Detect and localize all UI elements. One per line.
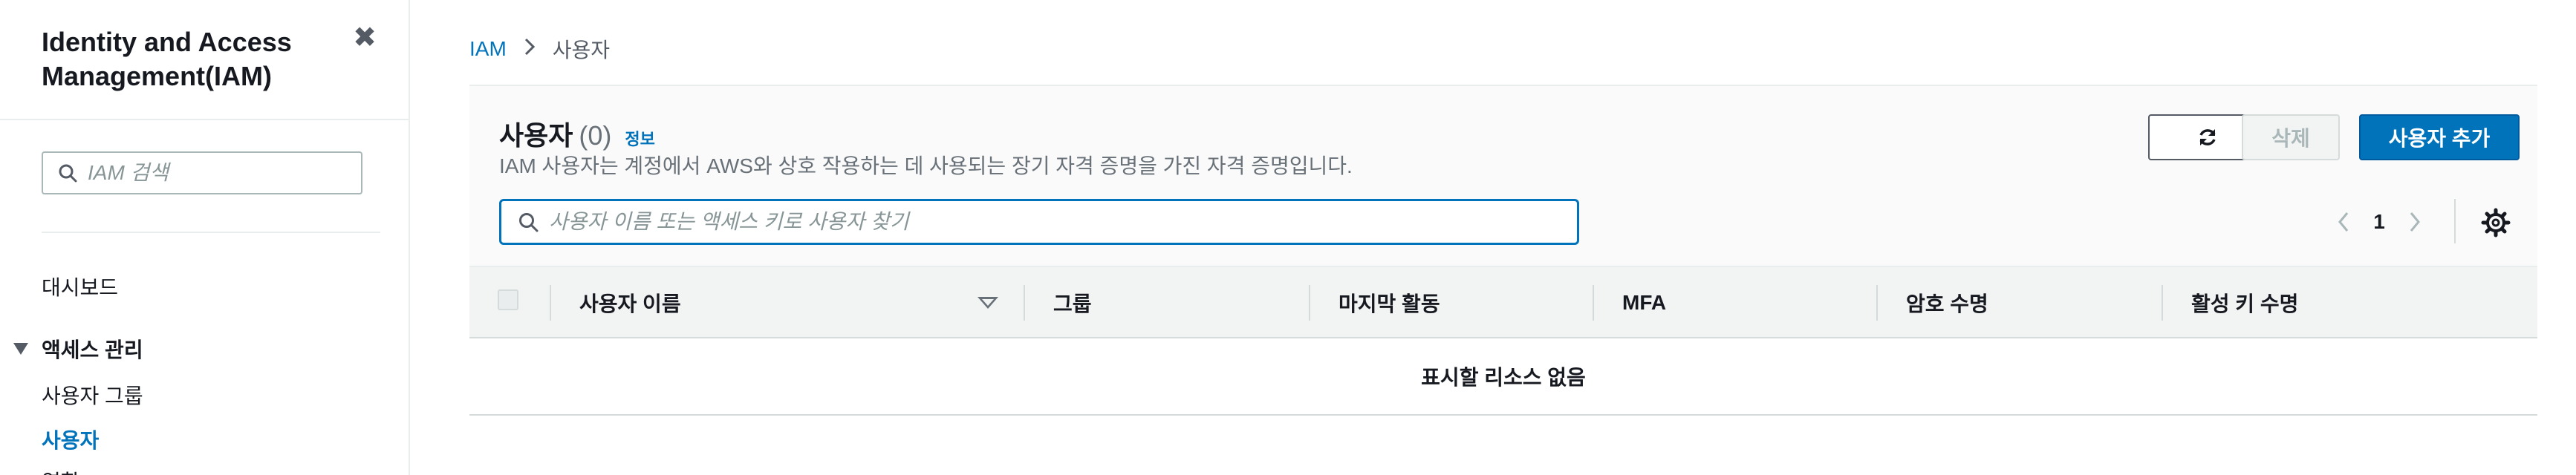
column-divider (550, 285, 551, 321)
sidebar-search-input[interactable] (88, 161, 348, 185)
column-header-active-key-age[interactable]: 활성 키 수명 (2191, 267, 2298, 338)
sidebar-item-user-groups[interactable]: 사용자 그룹 (42, 380, 143, 410)
user-search-input[interactable] (549, 210, 1515, 234)
pagination-page-1[interactable]: 1 (2368, 205, 2390, 239)
sidebar-item-dashboard[interactable]: 대시보드 (42, 272, 118, 301)
breadcrumb: IAM 사용자 (469, 34, 610, 64)
column-divider (1309, 285, 1310, 321)
column-divider (2162, 285, 2163, 321)
add-user-button[interactable]: 사용자 추가 (2359, 114, 2520, 160)
pagination-prev-button[interactable] (2332, 205, 2355, 239)
page-title-text: 사용자 (499, 120, 573, 151)
close-icon[interactable]: ✖ (352, 24, 377, 52)
user-search-field[interactable] (499, 199, 1579, 245)
column-header-password-age[interactable]: 암호 수명 (1906, 267, 1988, 338)
sidebar-divider (0, 119, 410, 120)
column-divider (1876, 285, 1878, 321)
table-settings-button[interactable] (2481, 208, 2511, 238)
panel-header: 사용자 (0) 정보 IAM 사용자는 계정에서 AWS와 상호 작용하는 데 … (469, 86, 2537, 266)
users-panel: 사용자 (0) 정보 IAM 사용자는 계정에서 AWS와 상호 작용하는 데 … (469, 85, 2537, 416)
pagination-divider (2454, 199, 2456, 243)
chevron-left-icon (2338, 212, 2349, 232)
page-title: 사용자 (0) 정보 (499, 114, 655, 153)
column-divider (1024, 285, 1025, 321)
chevron-right-icon (2410, 212, 2420, 232)
table-header: 사용자 이름 그룹 마지막 활동 MFA 암호 수명 활성 키 수명 (469, 266, 2537, 338)
user-count: (0) (579, 120, 612, 151)
chevron-right-icon (523, 36, 536, 62)
breadcrumb-iam-link[interactable]: IAM (469, 37, 507, 61)
sidebar-divider (42, 232, 380, 233)
empty-state-message: 표시할 리소스 없음 (469, 338, 2537, 416)
breadcrumb-current: 사용자 (552, 39, 611, 62)
column-header-groups[interactable]: 그룹 (1053, 267, 1092, 338)
search-icon (59, 164, 77, 183)
select-all-checkbox[interactable] (498, 289, 518, 310)
delete-button[interactable]: 삭제 (2242, 114, 2340, 160)
caret-down-icon (13, 343, 28, 355)
sidebar-search-field[interactable] (42, 151, 362, 194)
sidebar: Identity and Access Management(IAM) ✖ 대시… (0, 0, 410, 475)
sidebar-item-roles[interactable]: 역할 (42, 466, 80, 475)
column-header-mfa[interactable]: MFA (1622, 267, 1666, 338)
sidebar-section-access-management[interactable]: 액세스 관리 (13, 334, 143, 364)
pagination-next-button[interactable] (2404, 205, 2426, 239)
refresh-icon (2199, 129, 2216, 145)
sidebar-title: Identity and Access Management(IAM) (42, 27, 292, 91)
sidebar-item-users[interactable]: 사용자 (42, 425, 99, 454)
column-header-username[interactable]: 사용자 이름 (579, 267, 681, 338)
info-link[interactable]: 정보 (625, 126, 654, 150)
column-header-last-activity[interactable]: 마지막 활동 (1339, 267, 1440, 338)
sort-descending-icon[interactable] (978, 297, 998, 309)
sidebar-section-label: 액세스 관리 (42, 338, 143, 361)
panel-description: IAM 사용자는 계정에서 AWS와 상호 작용하는 데 사용되는 장기 자격 … (499, 154, 1353, 177)
gear-icon (2481, 208, 2511, 238)
column-divider (1593, 285, 1594, 321)
search-icon (519, 213, 539, 232)
